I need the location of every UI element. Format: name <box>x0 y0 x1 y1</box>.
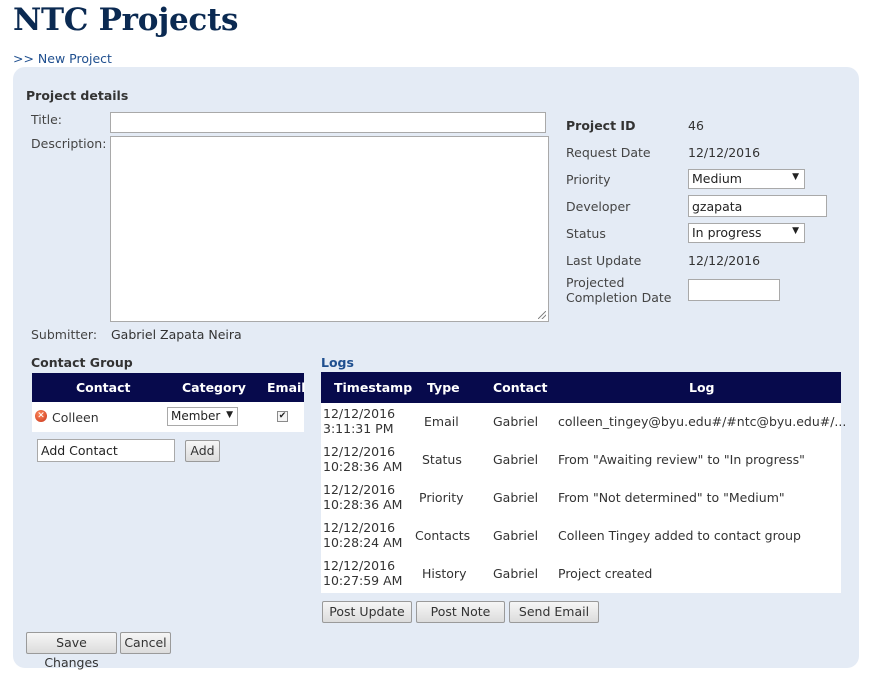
priority-selected: Medium <box>692 171 742 186</box>
projected-completion-input[interactable] <box>688 279 780 301</box>
post-update-button[interactable]: Post Update <box>322 601 412 623</box>
save-changes-button[interactable]: Save Changes <box>26 632 117 670</box>
description-label: Description: <box>31 136 107 151</box>
logs-heading: Logs <box>321 355 354 370</box>
contact-column-header: Contact <box>76 380 131 395</box>
log-contact: Gabriel <box>493 414 539 429</box>
log-type: History <box>422 566 467 581</box>
log-column-header: Log <box>689 380 715 395</box>
description-textarea[interactable] <box>110 136 549 322</box>
type-column-header: Type <box>427 380 460 395</box>
status-selected: In progress <box>692 225 762 240</box>
send-email-button[interactable]: Send Email <box>509 601 599 623</box>
contact-table-header: Contact Category Email <box>32 373 306 402</box>
log-contact: Gabriel <box>493 528 539 543</box>
page-title: NTC Projects <box>13 2 239 38</box>
developer-label: Developer <box>566 199 631 214</box>
contact-category-select[interactable]: Member ▼ <box>167 407 238 426</box>
log-type: Status <box>422 452 462 467</box>
log-date: 12/12/2016 <box>323 558 396 573</box>
post-note-button[interactable]: Post Note <box>416 601 505 623</box>
project-id-label: Project ID <box>566 118 636 133</box>
table-row: 12/12/2016 10:28:36 AM Status Gabriel Fr… <box>321 441 841 479</box>
log-date: 12/12/2016 <box>323 444 396 459</box>
timestamp-column-header: Timestamp <box>334 380 413 395</box>
log-type: Priority <box>419 490 464 505</box>
developer-input[interactable] <box>688 195 827 217</box>
last-update-value: 12/12/2016 <box>688 253 761 268</box>
log-text: From "Not determined" to "Medium" <box>558 490 785 505</box>
remove-contact-icon[interactable]: ✕ <box>35 410 47 422</box>
logs-table-body: 12/12/2016 3:11:31 PM Email Gabriel coll… <box>321 403 846 593</box>
log-text: From "Awaiting review" to "In progress" <box>558 452 805 467</box>
log-time: 10:28:24 AM <box>323 535 403 550</box>
log-date: 12/12/2016 <box>323 520 396 535</box>
submitter-label: Submitter: <box>31 327 98 342</box>
submitter-value: Gabriel Zapata Neira <box>111 327 242 342</box>
contact-name: Colleen <box>52 410 99 425</box>
log-contact: Gabriel <box>493 490 539 505</box>
log-text: Colleen Tingey added to contact group <box>558 528 801 543</box>
status-label: Status <box>566 226 606 241</box>
log-time: 10:28:36 AM <box>323 497 403 512</box>
priority-label: Priority <box>566 172 611 187</box>
request-date-label: Request Date <box>566 145 651 160</box>
category-column-header: Category <box>182 380 246 395</box>
title-input[interactable] <box>110 112 546 133</box>
email-column-header: Email <box>267 380 306 395</box>
contact-row: ✕ Colleen Member ▼ ✔ <box>32 402 304 432</box>
projected-label-line2: Completion Date <box>566 290 672 305</box>
priority-select[interactable]: Medium ▼ <box>688 169 805 189</box>
dropdown-arrow-icon: ▼ <box>792 172 799 182</box>
table-row: 12/12/2016 10:28:36 AM Priority Gabriel … <box>321 479 841 517</box>
cancel-button[interactable]: Cancel <box>120 632 171 654</box>
last-update-label: Last Update <box>566 253 642 268</box>
log-text: colleen_tingey@byu.edu#/#ntc@byu.edu#/..… <box>558 414 847 429</box>
dropdown-arrow-icon: ▼ <box>792 226 799 236</box>
table-row: 12/12/2016 10:28:24 AM Contacts Gabriel … <box>321 517 841 555</box>
table-row: 12/12/2016 10:27:59 AM History Gabriel P… <box>321 555 841 593</box>
project-id-value: 46 <box>688 118 704 133</box>
logs-table-header: Timestamp Type Contact Log <box>321 372 841 403</box>
log-time: 10:28:36 AM <box>323 459 403 474</box>
log-contact: Gabriel <box>493 452 539 467</box>
log-date: 12/12/2016 <box>323 482 396 497</box>
project-panel: Project details Title: Description: Subm… <box>13 67 859 670</box>
new-project-link[interactable]: >> New Project <box>13 51 112 66</box>
log-time: 3:11:31 PM <box>323 421 394 436</box>
resize-grip-icon[interactable] <box>538 311 546 319</box>
log-contact: Gabriel <box>493 566 539 581</box>
contact-group-heading: Contact Group <box>31 355 133 370</box>
log-time: 10:27:59 AM <box>323 573 403 588</box>
status-select[interactable]: In progress ▼ <box>688 223 805 243</box>
contact-category-selected: Member <box>171 409 221 423</box>
table-row: 12/12/2016 3:11:31 PM Email Gabriel coll… <box>321 403 846 441</box>
add-contact-button[interactable]: Add <box>185 440 220 462</box>
request-date-value: 12/12/2016 <box>688 145 761 160</box>
add-contact-input[interactable] <box>37 439 175 462</box>
project-details-heading: Project details <box>26 88 129 103</box>
projected-label-line1: Projected <box>566 275 625 290</box>
log-type: Email <box>424 414 459 429</box>
contact-email-checkbox[interactable]: ✔ <box>277 411 288 422</box>
dropdown-arrow-icon: ▼ <box>226 410 233 420</box>
log-date: 12/12/2016 <box>323 406 396 421</box>
contact-column-header: Contact <box>493 380 548 395</box>
title-label: Title: <box>31 112 62 127</box>
log-text: Project created <box>558 566 653 581</box>
log-type: Contacts <box>415 528 471 543</box>
